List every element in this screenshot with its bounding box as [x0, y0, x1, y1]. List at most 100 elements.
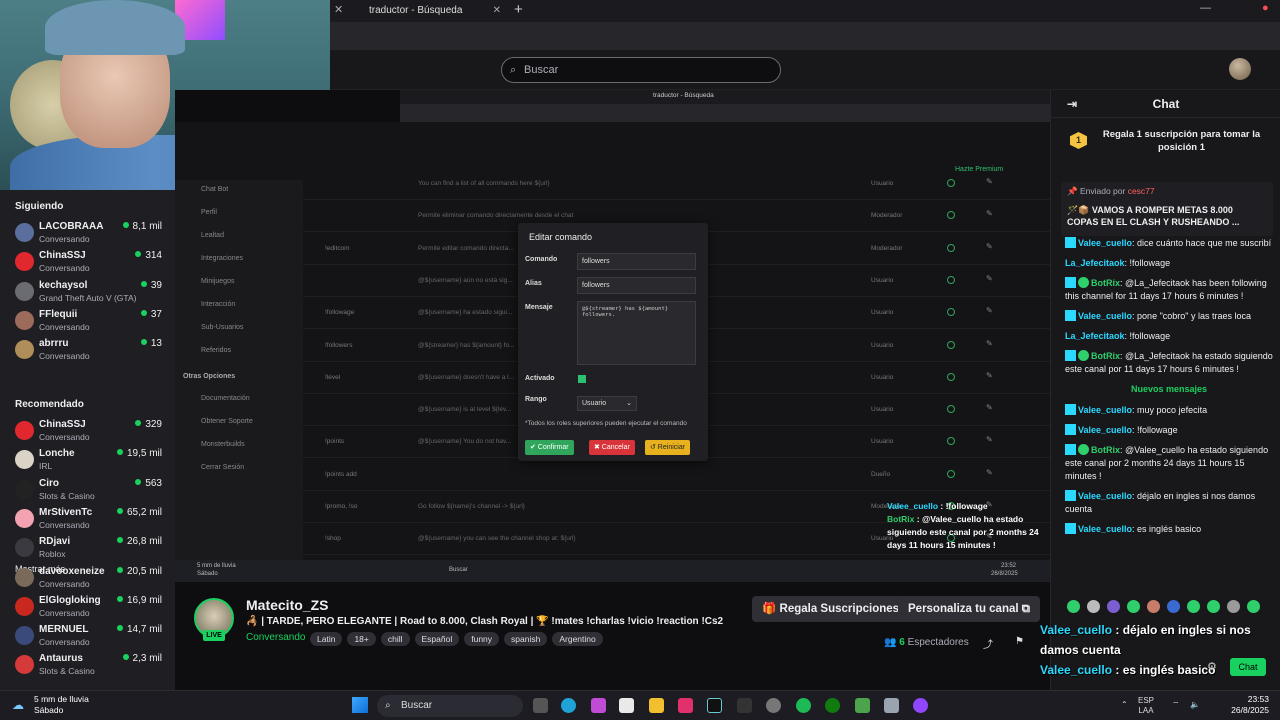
edge-browser-icon[interactable] [561, 698, 576, 713]
gift-subs-button[interactable]: 🎁 Regala Suscripciones [752, 596, 910, 622]
close-tab-icon[interactable]: ✕ [334, 3, 343, 16]
emote-icon[interactable] [1247, 600, 1260, 613]
verified-badge-icon [1078, 444, 1089, 455]
channel-item[interactable]: LACOBRAAA Conversando 8,1 mil [0, 220, 175, 249]
share-icon[interactable]: ⤴ [983, 636, 993, 651]
windows-start-icon[interactable] [352, 697, 368, 713]
stream-address-bar [400, 104, 1050, 122]
channel-item[interactable]: Ciro Slots & Casino 563 [0, 477, 175, 506]
browser-tab[interactable]: traductor - Búsqueda ✕ [355, 2, 505, 20]
channel-category: Slots & Casino [39, 490, 95, 501]
tray-chevron-icon[interactable]: ⌃ [1121, 700, 1128, 710]
close-tab-icon[interactable]: ✕ [493, 2, 501, 20]
chat-username[interactable]: La_Jefecitaok [1065, 331, 1125, 341]
channel-name[interactable]: Matecito_ZS [246, 597, 328, 613]
tag-pill[interactable]: spanish [504, 632, 548, 646]
channel-item[interactable]: davooxeneize Conversando 20,5 mil [0, 565, 175, 594]
emote-icon[interactable] [1107, 600, 1120, 613]
emote-icon[interactable] [1167, 600, 1180, 613]
channel-item[interactable]: kechaysol Grand Theft Auto V (GTA) 39 [0, 279, 175, 308]
viewer-count: 👥 6 Espectadores [884, 637, 969, 648]
emote-icon[interactable] [1207, 600, 1220, 613]
channel-item[interactable]: MrStivenTc Conversando 65,2 mil [0, 506, 175, 535]
steam-icon[interactable] [766, 698, 781, 713]
emote-icon[interactable] [1227, 600, 1240, 613]
restart-button[interactable]: ↺ Reiniciar [645, 440, 691, 455]
stream-category[interactable]: Conversando [246, 632, 305, 643]
chat-settings-gear-icon[interactable]: ⚙ [1207, 660, 1217, 673]
chat-username[interactable]: BotRix [1091, 445, 1120, 455]
xbox-icon[interactable] [825, 698, 840, 713]
channel-item[interactable]: abrrru Conversando 13 [0, 337, 175, 366]
minimize-icon[interactable]: — [1200, 2, 1211, 14]
tag-pill[interactable]: Español [414, 632, 460, 646]
channel-item[interactable]: MERNUEL Conversando 14,7 mil [0, 623, 175, 652]
range-select[interactable]: Usuario ⌄ [577, 396, 637, 411]
active-checkbox[interactable] [578, 375, 586, 383]
chat-username[interactable]: Valee_cuello [1078, 238, 1132, 248]
wifi-icon[interactable]: ⌔ [1172, 700, 1180, 710]
channel-item[interactable]: RDjavi Roblox 26,8 mil [0, 535, 175, 564]
channel-item[interactable]: FFlequii Conversando 37 [0, 308, 175, 337]
weather-widget[interactable]: 5 mm de lluvia Sábado [34, 694, 89, 716]
chat-username[interactable]: Valee_cuello [1078, 311, 1132, 321]
emote-icon[interactable] [1067, 600, 1080, 613]
confirm-button[interactable]: ✔ Confirmar [525, 440, 574, 455]
emote-icon[interactable] [1087, 600, 1100, 613]
epic-games-icon[interactable] [737, 698, 752, 713]
instagram-icon[interactable] [678, 698, 693, 713]
emote-icon[interactable] [1147, 600, 1160, 613]
command-role: Moderador [871, 244, 903, 252]
twitch-icon[interactable] [913, 698, 928, 713]
user-avatar[interactable] [1229, 58, 1251, 80]
collapse-chat-icon[interactable]: ⇥ [1067, 90, 1077, 118]
chat-username[interactable]: Valee_cuello [1078, 405, 1132, 415]
alias-field[interactable]: followers [577, 277, 696, 294]
spotify-icon[interactable] [796, 698, 811, 713]
channel-item[interactable]: Antaurus Slots & Casino 2,3 mil [0, 652, 175, 681]
channel-name: MERNUEL [39, 624, 89, 636]
channel-item[interactable]: ChinaSSJ Conversando 329 [0, 418, 175, 447]
tiktok-icon[interactable] [707, 698, 722, 713]
chat-username[interactable]: La_Jefecitaok [1065, 258, 1125, 268]
chat-username[interactable]: Valee_cuello [1078, 524, 1132, 534]
tag-pill[interactable]: 18+ [347, 632, 376, 646]
store-icon[interactable] [619, 698, 634, 713]
copilot-icon[interactable] [591, 698, 606, 713]
taskbar-clock[interactable]: 23:53 26/8/2025 [1213, 694, 1269, 716]
minecraft-icon[interactable] [855, 698, 870, 713]
language-indicator[interactable]: ESP LAA [1138, 696, 1154, 716]
edit-pencil-icon: ✎ [986, 209, 993, 219]
emote-icon[interactable] [1127, 600, 1140, 613]
viewer-count: 65,2 mil [117, 507, 162, 518]
emote-icon[interactable] [1187, 600, 1200, 613]
chat-username[interactable]: Valee_cuello [1078, 491, 1132, 501]
tag-pill[interactable]: Latin [310, 632, 343, 646]
channel-item[interactable]: ElGlogloking Conversando 16,9 mil [0, 594, 175, 623]
chat-send-button[interactable]: Chat [1230, 658, 1266, 676]
search-input[interactable]: ⌕ Buscar [501, 57, 781, 83]
message-field[interactable]: @${streamer} has ${amount} followers. [577, 301, 696, 365]
stream-video[interactable]: traductor - Búsqueda Hazte Premium Chat … [175, 90, 1050, 582]
channel-item[interactable]: Lonche IRL 19,5 mil [0, 447, 175, 476]
chat-username[interactable]: Valee_cuello [1078, 425, 1132, 435]
pinned-message[interactable]: 📌 Enviado por cesc77 🪄📦 VAMOS A ROMPER M… [1061, 182, 1273, 236]
volume-icon[interactable]: 🔈 [1190, 700, 1200, 710]
command-role: Usuario [871, 276, 894, 284]
chat-username[interactable]: BotRix [1091, 351, 1120, 361]
tag-pill[interactable]: chill [380, 632, 410, 646]
follow-user-icon[interactable]: ⚑ [1015, 636, 1024, 647]
customize-channel-button[interactable]: Personaliza tu canal ⧉ [898, 596, 1040, 622]
tag-pill[interactable]: Argentino [552, 632, 603, 646]
new-tab-icon[interactable]: + [514, 1, 523, 18]
channel-item[interactable]: ChinaSSJ Conversando 314 [0, 249, 175, 278]
chat-username[interactable]: BotRix [1091, 278, 1120, 288]
emote-bar [1067, 600, 1277, 616]
file-explorer-icon[interactable] [649, 698, 664, 713]
command-field[interactable]: followers [577, 253, 696, 270]
cancel-button[interactable]: ✖ Cancelar [589, 440, 635, 455]
app-icon[interactable] [884, 698, 899, 713]
tag-pill[interactable]: funny [464, 632, 500, 646]
taskbar-search[interactable]: ⌕ Buscar [377, 695, 523, 717]
task-view-icon[interactable] [533, 698, 548, 713]
